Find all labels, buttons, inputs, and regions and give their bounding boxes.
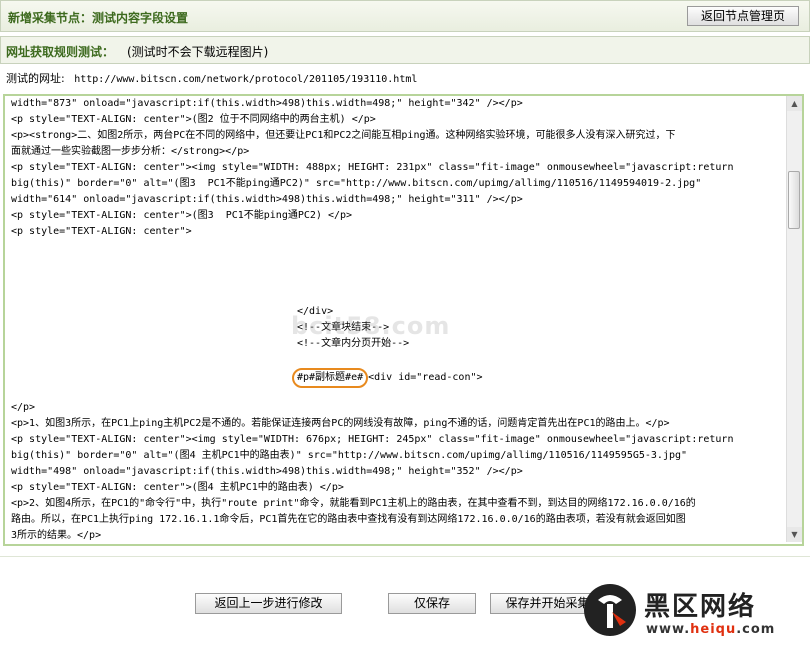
save-only-button[interactable]: 仅保存 — [388, 593, 476, 614]
code-line: <p><strong>二、如图2所示，两台PC在不同的网络中，但还要让PC1和P… — [11, 130, 676, 141]
code-line: big(this)" border="0" alt="(图4 主机PC1中的路由… — [11, 450, 688, 461]
code-line: <!--文章块结束--> — [297, 322, 390, 333]
code-line: <p style="TEXT-ALIGN: center">(图4 主机PC1中… — [11, 482, 344, 493]
blank-lines — [11, 240, 786, 304]
code-line: </div> — [297, 306, 334, 317]
page-title: 新增采集节点：测试内容字段设置 — [8, 11, 189, 25]
back-to-node-management-button[interactable]: 返回节点管理页 — [687, 6, 799, 26]
code-fragment: <div id="read-con"> — [368, 372, 483, 383]
content-text: width="873" onload="javascript:if(this.w… — [11, 96, 786, 542]
vertical-scrollbar[interactable]: ▲ ▼ — [786, 96, 802, 542]
section-title: 网址获取规则测试： — [6, 45, 115, 59]
scrollbar-thumb[interactable] — [788, 171, 800, 229]
divider — [0, 556, 810, 557]
code-line: </p> — [11, 402, 36, 413]
brand-logo: 黑区网络 www.heiqu.com — [582, 582, 804, 646]
scroll-down-arrow-icon[interactable]: ▼ — [787, 527, 802, 542]
scroll-up-arrow-icon[interactable]: ▲ — [787, 96, 802, 111]
code-line: 面就通过一些实验截图一步步分析：</strong></p> — [11, 146, 250, 157]
code-line-highlighted: #p#副标题#e# <div id="read-con"> — [11, 368, 786, 388]
header-bar: 新增采集节点：测试内容字段设置 返回节点管理页 — [0, 0, 810, 32]
brand-mark-icon — [584, 584, 636, 636]
content-textarea[interactable]: width="873" onload="javascript:if(this.w… — [3, 94, 804, 546]
brand-site: www.heiqu.com — [646, 622, 775, 637]
code-line: <p>2、如图4所示，在PC1的"命令行"中，执行"route print"命令… — [11, 498, 696, 509]
code-line: <p style="TEXT-ALIGN: center">(图2 位于不同网络… — [11, 114, 376, 125]
code-line: 3所示的结果。</p> — [11, 530, 102, 541]
code-line: width="498" onload="javascript:if(this.w… — [11, 466, 523, 477]
blank-lines — [11, 384, 786, 400]
code-line: <p>1、如图3所示，在PC1上ping主机PC2是不通的。若能保证连接两台PC… — [11, 418, 670, 429]
test-url-label: 测试的网址: — [6, 72, 65, 85]
code-line: <p style="TEXT-ALIGN: center">(图3 PC1不能p… — [11, 210, 353, 221]
test-url-value: http://www.bitscn.com/network/protocol/2… — [74, 74, 418, 85]
code-line: big(this)" border="0" alt="(图3 PC1不能ping… — [11, 178, 702, 189]
section-header: 网址获取规则测试： (测试时不会下载远程图片) — [0, 36, 810, 64]
code-line: <p style="TEXT-ALIGN: center"><img style… — [11, 434, 734, 445]
code-line: <p style="TEXT-ALIGN: center"> — [11, 226, 192, 237]
code-line: <p style="TEXT-ALIGN: center"><img style… — [11, 162, 734, 173]
code-line: <!--文章内分页开始--> — [297, 338, 410, 349]
brand-name: 黑区网络 — [644, 592, 757, 622]
test-url-row: 测试的网址: http://www.bitscn.com/network/pro… — [6, 70, 417, 86]
site-suffix: .com — [736, 622, 776, 637]
section-note: (测试时不会下载远程图片) — [127, 45, 269, 59]
code-line: width="614" onload="javascript:if(this.w… — [11, 194, 523, 205]
code-line: width="873" onload="javascript:if(this.w… — [11, 98, 523, 109]
subtitle-marker-highlight: #p#副标题#e# — [292, 368, 369, 388]
site-prefix: www. — [646, 622, 691, 637]
back-and-edit-button[interactable]: 返回上一步进行修改 — [195, 593, 342, 614]
code-line: 路由。所以，在PC1上执行ping 172.16.1.1命令后，PC1首先在它的… — [11, 514, 686, 525]
site-domain: heiqu — [690, 622, 737, 637]
